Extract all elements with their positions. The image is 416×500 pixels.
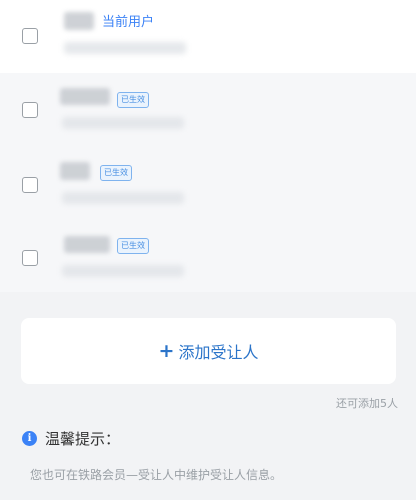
add-recipient-label: 添加受让人 — [178, 343, 259, 362]
recipient-checkbox-3[interactable] — [22, 177, 38, 193]
info-icon: i — [22, 431, 37, 446]
tips-body: 您也可在铁路会员—受让人中维护受让人信息。 — [30, 468, 283, 482]
add-recipient-button[interactable]: + 添加受让人 — [21, 318, 396, 384]
recipient-row-4[interactable]: 已生效 — [0, 219, 416, 292]
recipient-list: 当前用户 已生效 已生效 已生效 — [0, 0, 416, 300]
recipient-id-redacted — [62, 117, 184, 129]
recipient-checkbox-2[interactable] — [22, 102, 38, 118]
recipient-row-3[interactable]: 已生效 — [0, 146, 416, 219]
current-user-label: 当前用户 — [102, 15, 155, 30]
recipient-name-redacted — [60, 162, 90, 180]
plus-icon: + — [158, 339, 175, 362]
remaining-count: 还可添加5人 — [336, 397, 398, 410]
recipient-name-redacted — [60, 88, 110, 105]
recipient-checkbox-1[interactable] — [22, 28, 38, 44]
recipient-id-redacted — [62, 265, 184, 277]
status-badge: 已生效 — [117, 92, 149, 108]
recipient-name-redacted — [64, 12, 94, 30]
tips-header: i 温馨提示： — [22, 428, 120, 449]
recipient-row-1[interactable]: 当前用户 — [0, 0, 416, 73]
status-badge: 已生效 — [100, 165, 132, 181]
recipient-id-redacted — [64, 42, 186, 54]
recipient-row-2[interactable]: 已生效 — [0, 73, 416, 146]
recipient-id-redacted — [62, 192, 184, 204]
status-badge: 已生效 — [117, 238, 149, 254]
tips-title: 温馨提示： — [45, 430, 121, 448]
recipient-name-redacted — [64, 236, 110, 253]
recipient-checkbox-4[interactable] — [22, 250, 38, 266]
